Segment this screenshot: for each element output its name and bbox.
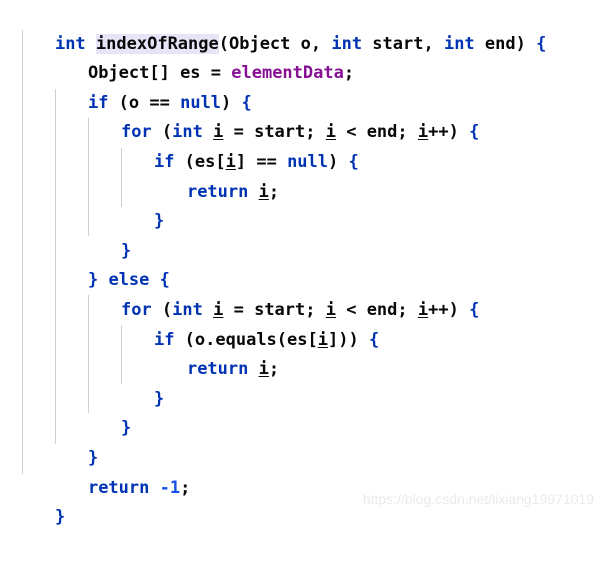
code-line-5[interactable]: if (es[i] == null) { xyxy=(0,118,602,172)
code-line-4[interactable]: for (int i = start; i < end; i++) { xyxy=(0,89,602,142)
code-line-16[interactable]: return -1; xyxy=(0,444,602,498)
code-line-10[interactable]: for (int i = start; i < end; i++) { xyxy=(0,266,602,320)
token-close-brace-method: } xyxy=(54,507,66,528)
code-line-7[interactable]: } xyxy=(0,178,602,231)
code-line-1[interactable]: int indexOfRange(Object o, int start, in… xyxy=(0,0,602,54)
code-line-9[interactable]: } else { xyxy=(0,237,602,290)
code-line-8[interactable]: } xyxy=(0,207,602,261)
code-line-11[interactable]: if (o.equals(es[i])) { xyxy=(0,296,602,350)
watermark-url: https://blog.csdn.net/lixiang19971019 xyxy=(362,491,594,507)
code-editor[interactable]: int indexOfRange(Object o, int start, in… xyxy=(0,0,602,527)
code-line-2[interactable]: Object[] es = elementData; xyxy=(0,30,602,83)
code-line-15[interactable]: } xyxy=(0,414,602,468)
code-line-6[interactable]: return i; xyxy=(0,148,602,202)
code-line-12[interactable]: return i; xyxy=(0,326,602,379)
code-line-14[interactable]: } xyxy=(0,385,602,438)
code-line-3[interactable]: if (o == null) { xyxy=(0,59,602,113)
code-line-13[interactable]: } xyxy=(0,355,602,409)
